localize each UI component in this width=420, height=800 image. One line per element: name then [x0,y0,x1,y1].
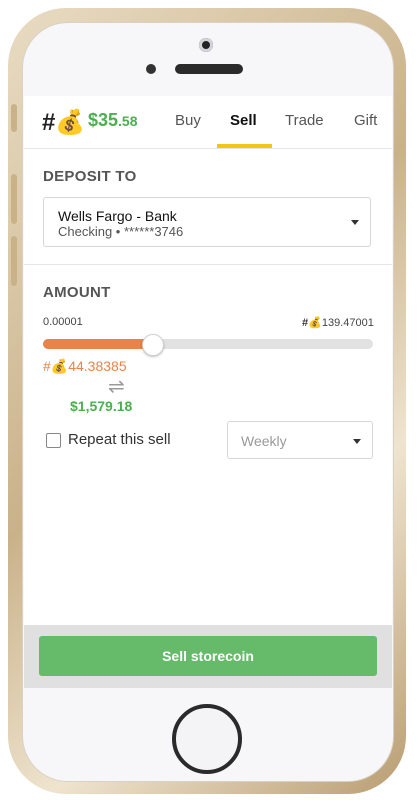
repeat-sell-label[interactable]: Repeat this sell [68,431,171,448]
account-name: Wells Fargo - Bank [58,208,177,224]
range-min-label: 0.00001 [43,316,83,328]
usd-amount: $1,579.18 [70,398,133,414]
account-detail: Checking • ******3746 [58,224,184,239]
sell-button[interactable]: Sell storecoin [39,636,377,676]
swap-arrows-icon[interactable]: ⇌ [108,374,125,399]
deposit-account-select[interactable]: Wells Fargo - Bank Checking • ******3746 [43,197,371,247]
earpiece-speaker [175,64,243,74]
volume-up-button [11,174,17,224]
frequency-select[interactable]: Weekly [227,421,373,459]
tab-sell[interactable]: Sell [230,112,257,129]
range-max-label: #💰139.47001 [302,316,374,329]
balance-whole: $35 [88,110,119,130]
coin-amount: #💰44.38385 [43,358,127,374]
wallet-balance: $35.58 [88,110,138,131]
mute-switch [11,104,17,132]
chevron-down-icon [353,439,361,444]
app-screen: #💰 $35.58 Buy Sell Trade Gift DEPOSIT TO… [24,96,392,688]
amount-section-title: AMOUNT [43,284,111,301]
tab-trade[interactable]: Trade [285,112,324,129]
range-max-value: 139.47001 [321,317,374,329]
frequency-value: Weekly [241,433,287,449]
action-footer: Sell storecoin [24,625,392,688]
repeat-sell-checkbox[interactable] [46,433,61,448]
coin-icon: #💰 [302,317,322,329]
top-bar: #💰 $35.58 Buy Sell Trade Gift [24,96,392,149]
chevron-down-icon [351,220,359,225]
tab-gift[interactable]: Gift [354,112,377,129]
tab-buy[interactable]: Buy [175,112,201,129]
front-camera [199,38,213,52]
section-divider [24,264,392,265]
proximity-sensor [146,64,156,74]
volume-down-button [11,236,17,286]
active-tab-indicator [217,144,272,148]
amount-slider-thumb[interactable] [142,334,164,356]
home-button[interactable] [172,704,242,774]
balance-cents: .58 [118,113,138,129]
amount-slider-track[interactable] [43,334,373,356]
amount-slider-fill [43,339,152,349]
deposit-section-title: DEPOSIT TO [43,168,137,185]
storecoin-logo: #💰 [42,109,86,136]
